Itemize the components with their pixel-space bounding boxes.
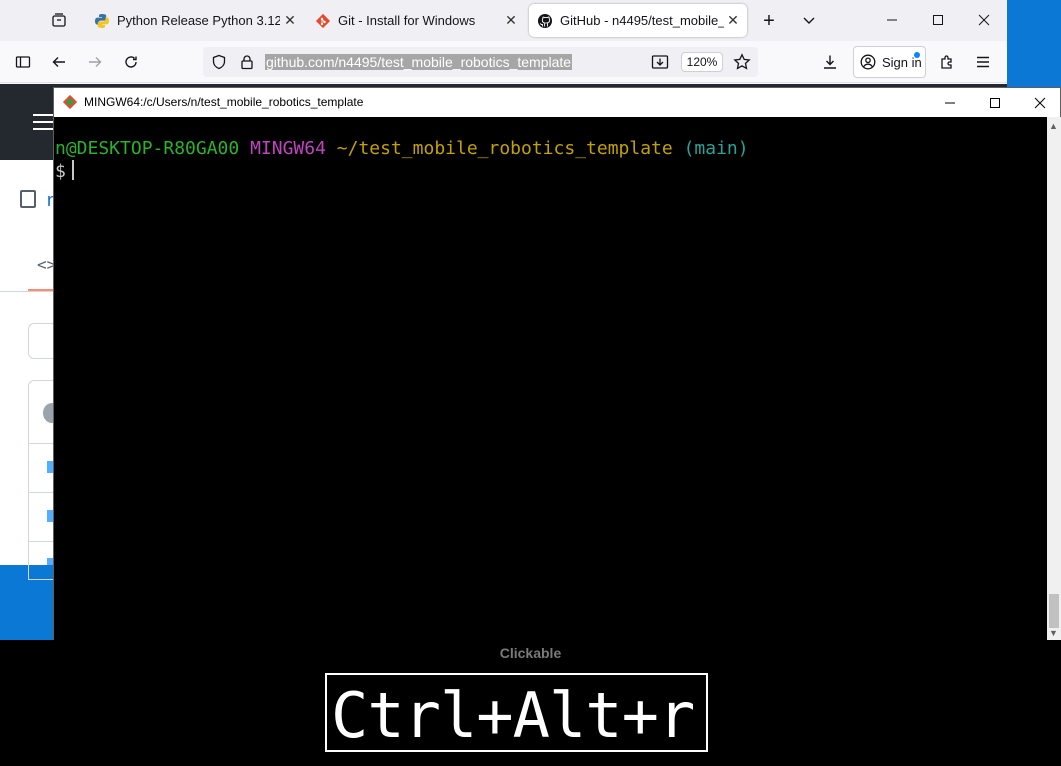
shield-icon[interactable] — [207, 50, 231, 74]
mingw-terminal-window[interactable]: MINGW64:/c/Users/n/test_mobile_robotics_… — [53, 87, 1061, 640]
address-bar[interactable]: github.com/n4495/test_mobile_robotics_te… — [203, 47, 758, 77]
screen: Python Release Python 3.12.10 ✕ Git - In… — [0, 0, 1061, 766]
close-window-icon[interactable] — [972, 8, 996, 32]
sidebar-toggle-icon[interactable] — [11, 50, 35, 74]
close-tab-icon[interactable]: ✕ — [725, 12, 741, 28]
keystroke-text: Ctrl+Alt+r — [331, 679, 695, 752]
tab-github-repo[interactable]: GitHub - n4495/test_mobile_ro ✕ — [529, 4, 747, 37]
tab-title: Python Release Python 3.12.10 — [117, 13, 280, 28]
python-icon — [94, 13, 110, 29]
text-cursor — [71, 160, 74, 180]
repo-icon — [20, 190, 36, 208]
lock-icon[interactable] — [235, 50, 259, 74]
minimize-icon[interactable] — [880, 8, 904, 32]
forward-arrow-icon[interactable] — [83, 50, 107, 74]
account-icon — [860, 54, 876, 70]
close-tab-icon[interactable]: ✕ — [503, 12, 519, 28]
git-icon — [315, 13, 331, 29]
clickable-label: Clickable — [499, 645, 562, 661]
scroll-up-arrow-icon[interactable]: ▲ — [1049, 121, 1058, 131]
github-menu-icon[interactable] — [33, 114, 53, 130]
save-page-icon[interactable] — [648, 50, 672, 74]
tab-python-release[interactable]: Python Release Python 3.12.10 ✕ — [86, 0, 304, 41]
zoom-level-badge[interactable]: 120% — [681, 52, 723, 72]
notification-dot — [914, 52, 920, 58]
terminal-close-icon[interactable] — [1017, 88, 1061, 117]
bookmark-star-icon[interactable] — [730, 50, 754, 74]
input-line[interactable]: $ — [55, 160, 74, 183]
new-tab-icon[interactable]: + — [757, 9, 781, 33]
divider — [0, 291, 53, 292]
terminal-minimize-icon[interactable] — [927, 88, 972, 117]
tab-bar: Python Release Python 3.12.10 ✕ Git - In… — [0, 0, 1007, 41]
prompt-symbol: $ — [55, 161, 66, 182]
prompt-branch: (main) — [683, 138, 749, 159]
firefox-view-icon[interactable] — [47, 8, 71, 32]
tab-title: GitHub - n4495/test_mobile_ro — [560, 13, 724, 28]
tab-git-install[interactable]: Git - Install for Windows ✕ — [307, 0, 525, 41]
scrollbar-thumb[interactable] — [1049, 594, 1059, 628]
prompt-path: ~/test_mobile_robotics_template — [336, 138, 673, 159]
git-bash-icon — [62, 94, 78, 110]
terminal-title: MINGW64:/c/Users/n/test_mobile_robotics_… — [84, 95, 364, 109]
scroll-down-arrow-icon[interactable]: ▼ — [1049, 628, 1058, 638]
github-icon — [537, 13, 553, 29]
sign-in-button[interactable]: Sign in — [853, 46, 926, 78]
back-arrow-icon[interactable] — [47, 50, 71, 74]
menu-hamburger-icon[interactable] — [971, 50, 995, 74]
terminal-output[interactable]: n@DESKTOP-R80GA00 MINGW64 ~/test_mobile_… — [54, 117, 1047, 640]
reload-icon[interactable] — [119, 50, 143, 74]
extensions-puzzle-icon[interactable] — [935, 50, 959, 74]
terminal-scrollbar[interactable]: ▲ ▼ — [1047, 117, 1061, 640]
downloads-icon[interactable] — [818, 50, 842, 74]
navigation-toolbar: github.com/n4495/test_mobile_robotics_te… — [0, 41, 1007, 83]
tab-title: Git - Install for Windows — [338, 13, 476, 28]
url-text[interactable]: github.com/n4495/test_mobile_robotics_te… — [265, 54, 573, 70]
maximize-icon[interactable] — [926, 8, 950, 32]
terminal-title-bar[interactable]: MINGW64:/c/Users/n/test_mobile_robotics_… — [54, 88, 1060, 117]
list-all-tabs-chevron-down-icon[interactable] — [797, 8, 821, 32]
terminal-maximize-icon[interactable] — [972, 88, 1017, 117]
prompt-line: n@DESKTOP-R80GA00 MINGW64 ~/test_mobile_… — [55, 138, 749, 160]
prompt-user-host: n@DESKTOP-R80GA00 — [55, 138, 240, 159]
keystroke-overlay: Ctrl+Alt+r — [325, 673, 708, 752]
close-tab-icon[interactable]: ✕ — [282, 12, 298, 28]
prompt-system: MINGW64 — [250, 138, 326, 159]
